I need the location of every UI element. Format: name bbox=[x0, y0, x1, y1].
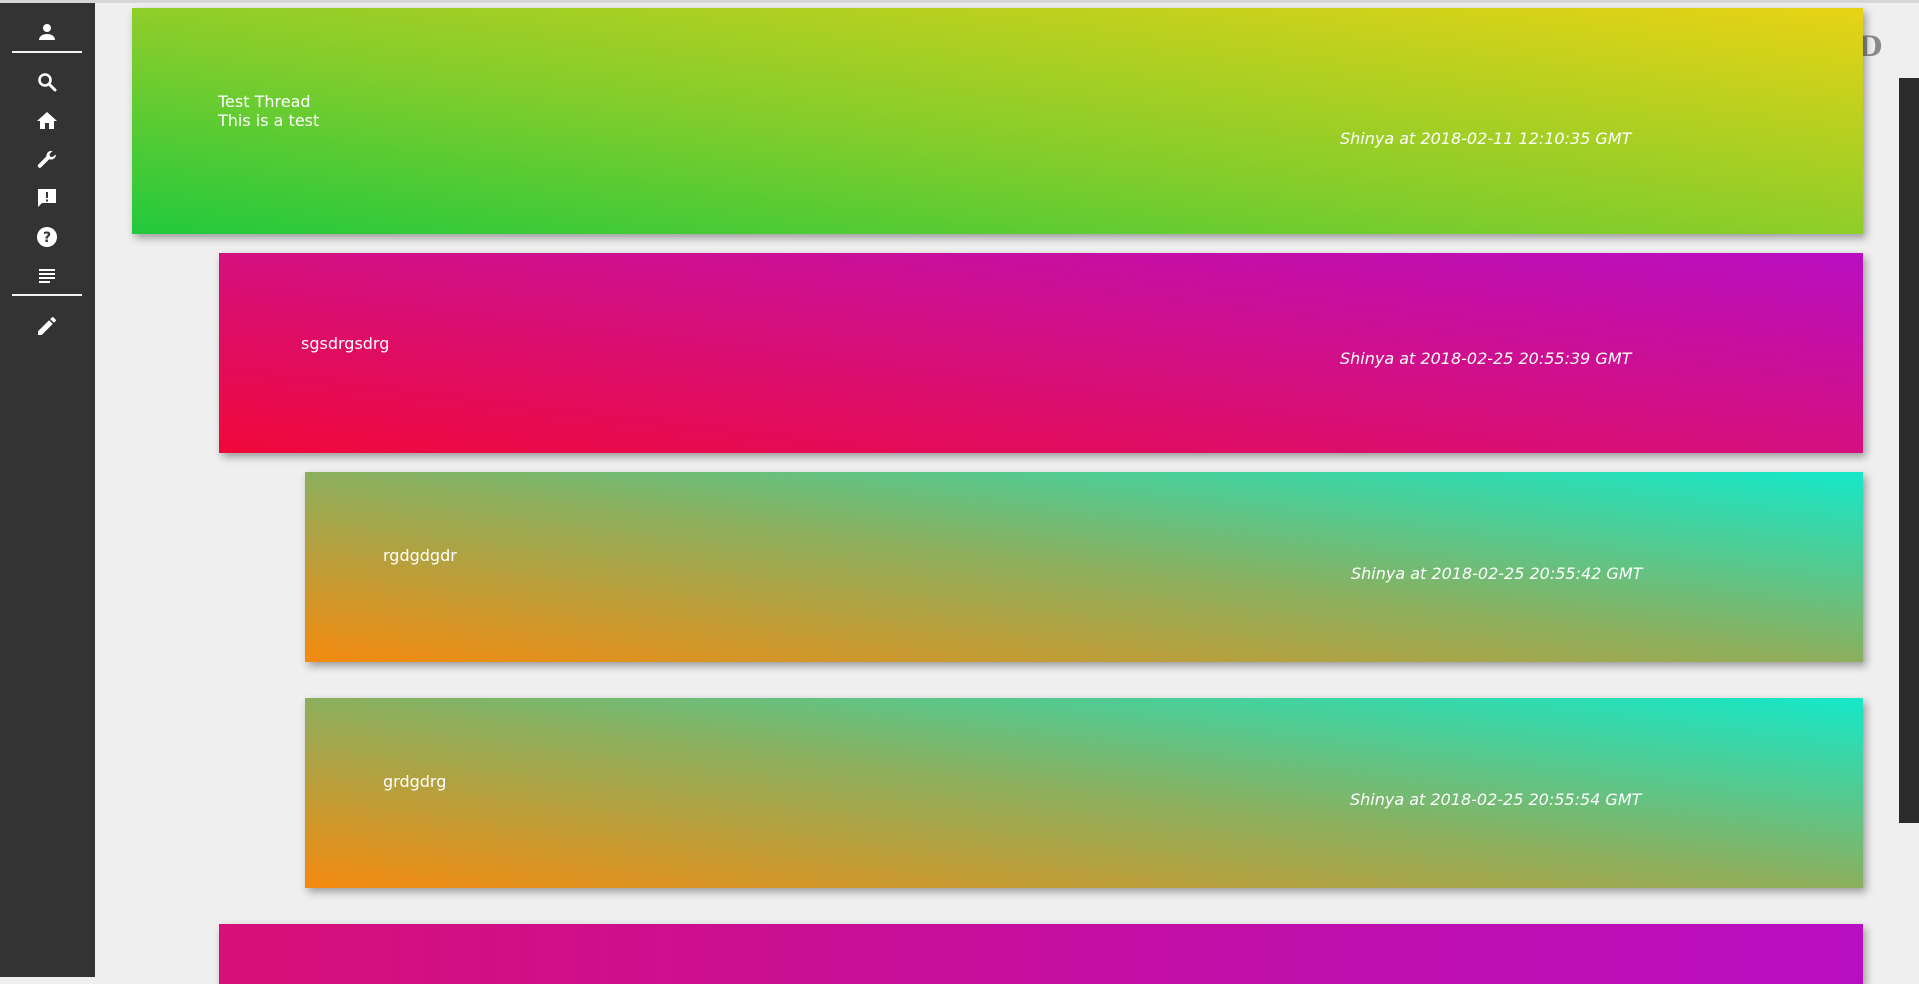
thread-body: This is a test bbox=[218, 111, 320, 130]
help-icon[interactable]: ? bbox=[35, 225, 59, 249]
reply-meta: Shinya at 2018-02-25 20:55:39 GMT bbox=[1340, 349, 1632, 368]
search-icon[interactable] bbox=[35, 70, 59, 94]
reply-card[interactable]: sgsdrgsdrg Shinya at 2018-02-25 20:55:39… bbox=[219, 253, 1863, 453]
reply-meta: Shinya at 2018-02-25 20:55:42 GMT bbox=[1351, 564, 1643, 583]
reply-meta: Shinya at 2018-02-25 20:55:54 GMT bbox=[1350, 790, 1642, 809]
pencil-icon[interactable] bbox=[35, 314, 59, 338]
top-border bbox=[0, 0, 1919, 3]
sidebar-divider bbox=[12, 51, 82, 53]
reply-card[interactable] bbox=[219, 924, 1863, 984]
reply-card[interactable]: grdgdrg Shinya at 2018-02-25 20:55:54 GM… bbox=[305, 698, 1863, 888]
sidebar-divider bbox=[12, 294, 82, 296]
person-icon[interactable] bbox=[35, 20, 59, 44]
scrollbar[interactable] bbox=[1899, 78, 1919, 823]
home-icon[interactable] bbox=[35, 109, 59, 133]
wrench-icon[interactable] bbox=[35, 148, 59, 172]
reply-text: grdgdrg bbox=[383, 772, 447, 791]
svg-text:?: ? bbox=[43, 230, 51, 246]
thread-title: Test Thread bbox=[218, 92, 311, 111]
list-icon[interactable] bbox=[35, 264, 59, 288]
reply-card[interactable]: rgdgdgdr Shinya at 2018-02-25 20:55:42 G… bbox=[305, 472, 1863, 662]
thread-card[interactable]: Test Thread This is a test Shinya at 201… bbox=[132, 8, 1863, 234]
thread-meta: Shinya at 2018-02-11 12:10:35 GMT bbox=[1340, 129, 1632, 148]
sidebar: ? bbox=[0, 3, 95, 977]
feedback-icon[interactable] bbox=[35, 186, 59, 210]
reply-text: rgdgdgdr bbox=[383, 546, 457, 565]
reply-text: sgsdrgsdrg bbox=[301, 334, 390, 353]
